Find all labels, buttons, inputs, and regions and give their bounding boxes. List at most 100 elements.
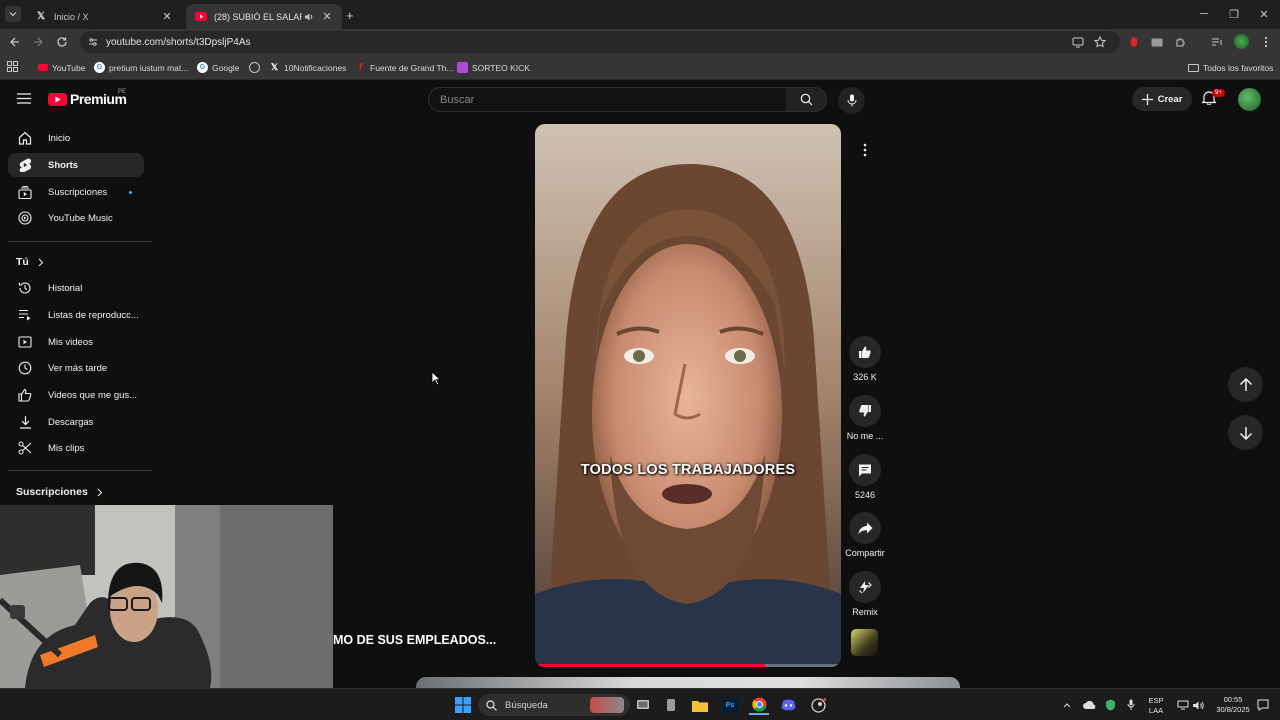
hamburger-menu-icon[interactable] [17,93,31,104]
remix-button[interactable] [849,571,881,603]
input-language[interactable]: ESP LAA [1144,696,1168,716]
sidebar-item-descargas[interactable]: Descargas [8,410,144,434]
sidebar-item-inicio[interactable]: Inicio [8,126,144,150]
photoshop-icon[interactable]: Ps [720,695,740,715]
install-app-icon[interactable] [1068,32,1088,52]
file-explorer-icon[interactable] [690,695,710,715]
task-view-icon[interactable] [633,695,653,715]
youtube-logo-icon [38,64,48,71]
audio-thumbnail[interactable] [851,629,878,656]
back-button[interactable] [5,32,25,52]
forward-button[interactable] [28,32,48,52]
steam-icon[interactable] [808,695,828,715]
bookmarks-bar: YouTube G pretium iustum mat... G Google… [0,55,1280,80]
site-settings-icon[interactable] [88,37,98,47]
bookmark-youtube[interactable]: YouTube [38,60,85,75]
voice-search-button[interactable] [838,87,865,114]
sidebar-item-youtube-music[interactable]: YouTube Music [8,206,144,230]
new-tab-button[interactable]: + [346,8,354,23]
kebab-menu-icon[interactable] [1256,32,1276,52]
chrome-icon[interactable] [749,695,769,715]
account-avatar[interactable] [1238,88,1261,111]
volume-icon[interactable] [1188,695,1208,715]
tab-youtube-short[interactable]: (28) SUBIÓ EL SALARIO MÍN ✕ [186,4,342,29]
tab-search-button[interactable] [5,6,21,22]
thumbs-up-icon [17,387,33,403]
home-icon [17,130,33,146]
media-controls-icon[interactable] [1207,32,1227,52]
comment-icon [859,464,871,477]
search-highlight-image [590,697,624,713]
search-button[interactable] [786,87,827,112]
tab-x-home[interactable]: 𝕏 Inicio / X ✕ [26,4,182,29]
more-options-button[interactable] [849,134,881,166]
close-icon[interactable]: ✕ [160,10,174,24]
notification-center-icon[interactable] [1253,695,1273,715]
bookmark-star-icon[interactable] [1090,32,1110,52]
like-count: 326 K [853,372,877,382]
youtube-premium-logo[interactable]: Premium PE [48,89,127,107]
short-progress-bar[interactable] [535,664,841,667]
dislike-button[interactable] [849,395,881,427]
bookmark-fuente-gta[interactable]: f Fuente de Grand Th... [355,60,454,75]
bookmark-notificaciones[interactable]: 𝕏 10Notificaciones [269,60,347,75]
sidebar-item-mis-clips[interactable]: Mis clips [8,436,144,460]
minimize-icon[interactable]: ─ [1189,4,1219,24]
share-button[interactable] [849,512,881,544]
comments-button[interactable] [849,454,881,486]
like-button[interactable] [849,336,881,368]
url-text: youtube.com/shorts/t3DpsljP4As [106,36,251,48]
security-shield-icon[interactable] [1100,695,1120,715]
next-short-button[interactable] [1228,415,1263,450]
notification-badge: 9+ [1212,89,1225,97]
bookmark-google[interactable]: G Google [197,60,239,75]
apps-grid-icon[interactable] [7,61,18,72]
window-close-icon[interactable]: ✕ [1249,4,1279,24]
sidebar-item-mis-videos[interactable]: Mis videos [8,330,144,354]
kebab-menu-icon [863,143,867,157]
sidebar-you-header[interactable]: Tú [16,256,45,268]
discord-icon[interactable] [778,695,798,715]
tray-chevron-up-icon[interactable] [1057,695,1077,715]
search-input[interactable]: Buscar [428,87,787,112]
microphone-tray-icon[interactable] [1121,695,1141,715]
address-bar[interactable]: youtube.com/shorts/t3DpsljP4As [80,31,1120,53]
system-clock[interactable]: 00:55 30/8/2025 [1208,695,1258,715]
sidebar-divider [8,470,152,471]
bookmark-pretium[interactable]: G pretium iustum mat... [94,60,188,75]
shorts-icon [17,157,33,173]
all-bookmarks-folder[interactable]: Todos los favoritos [1188,60,1273,75]
speaker-icon[interactable] [302,10,316,24]
reload-button[interactable] [52,32,72,52]
close-icon[interactable]: ✕ [320,10,334,24]
taskbar-search[interactable]: Búsqueda [478,694,630,716]
profile-avatar[interactable] [1234,34,1249,49]
short-video-frame [535,124,841,667]
share-label: Compartir [845,548,885,558]
share-arrow-icon [858,522,872,534]
onedrive-cloud-icon[interactable] [1079,695,1099,715]
create-button[interactable]: Crear [1132,87,1192,111]
sidebar-item-listas[interactable]: Listas de reproducc... [8,303,144,327]
bookmark-globe[interactable] [249,60,264,75]
sidebar-item-videos-me-gustan[interactable]: Videos que me gus... [8,383,144,407]
search-icon [800,93,812,106]
extension-card-icon[interactable] [1147,32,1167,52]
arrow-left-icon [10,37,19,47]
app-generic-icon[interactable] [661,695,681,715]
sidebar-item-suscripciones[interactable]: Suscripciones [8,180,144,204]
youtube-music-icon [17,210,33,226]
extension-red-icon[interactable] [1124,32,1144,52]
thumbs-up-icon [859,346,871,358]
short-progress-fill [535,664,765,667]
previous-short-button[interactable] [1228,367,1263,402]
extensions-puzzle-icon[interactable] [1171,32,1191,52]
restore-icon[interactable]: ❐ [1219,4,1249,24]
windows-start-icon[interactable] [453,695,473,715]
bookmark-sorteo-kick[interactable]: SORTEO KICK [457,60,530,75]
sidebar-item-ver-mas-tarde[interactable]: Ver más tarde [8,356,144,380]
short-video-player[interactable]: TODOS LOS TRABAJADORES [535,124,841,667]
sidebar-subscriptions-header[interactable]: Suscripciones [16,486,104,498]
sidebar-item-shorts[interactable]: Shorts [8,153,144,177]
sidebar-item-historial[interactable]: Historial [8,276,144,300]
